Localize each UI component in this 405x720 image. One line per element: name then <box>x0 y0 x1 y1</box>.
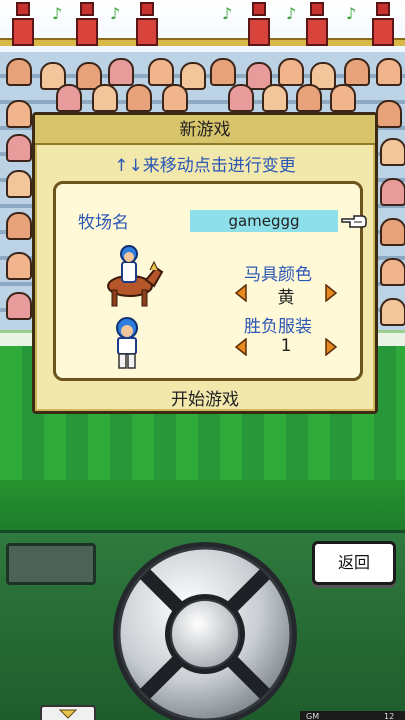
right-arrow-icon <box>325 284 338 302</box>
spectator <box>6 252 32 280</box>
spectator <box>6 170 32 198</box>
tack-color-prev-button[interactable] <box>234 284 248 302</box>
spectator <box>92 84 118 112</box>
spectator <box>6 100 32 128</box>
spectator <box>108 58 134 86</box>
dialog-title: 新游戏 <box>35 115 375 145</box>
top-rail <box>0 38 405 46</box>
silks-prev-button[interactable] <box>234 338 248 356</box>
spectator <box>126 84 152 112</box>
guard-figure <box>248 2 270 54</box>
music-note-icon: ♪ <box>110 4 121 23</box>
spectator <box>56 84 82 112</box>
left-arrow-icon <box>234 284 247 302</box>
settings-panel: 牧场名 gameggg 马具颜色 黄 胜负服装 1 <box>53 181 367 381</box>
spectator <box>296 84 322 112</box>
spectator <box>380 258 405 286</box>
spectator <box>210 58 236 86</box>
control-panel: 返回 GM 12 <box>0 530 405 720</box>
spectator <box>6 134 32 162</box>
tack-color-label: 马具颜色 <box>244 265 312 285</box>
guard-figure <box>372 2 394 54</box>
spectator <box>380 298 405 326</box>
spectator <box>344 58 370 86</box>
spectator <box>180 62 206 90</box>
start-game-button[interactable]: 开始游戏 <box>35 385 375 410</box>
spectator <box>380 178 405 206</box>
spectator <box>6 58 32 86</box>
guard-figure <box>306 2 328 54</box>
silks-label: 胜负服装 <box>244 317 312 337</box>
horse-rider-icon <box>100 240 164 308</box>
spectator <box>6 292 32 320</box>
guard-figure <box>76 2 98 54</box>
spectator <box>330 84 356 112</box>
tack-color-next-button[interactable] <box>324 284 338 302</box>
farm-name-label: 牧场名 <box>78 213 129 233</box>
guard-figure <box>12 2 34 54</box>
tack-color-value: 黄 <box>277 288 295 308</box>
new-game-dialog: 新游戏 ↑↓来移动点击进行变更 牧场名 gameggg 马具颜色 黄 胜负服装 … <box>32 112 378 414</box>
spectator <box>262 84 288 112</box>
silks-next-button[interactable] <box>324 338 338 356</box>
spectator <box>228 84 254 112</box>
spectator <box>376 100 402 128</box>
music-note-icon: ♪ <box>346 4 357 23</box>
music-note-icon: ♪ <box>52 4 63 23</box>
spectator <box>162 84 188 112</box>
spectator <box>6 212 32 240</box>
left-arrow-icon <box>234 338 247 356</box>
spectator <box>376 58 402 86</box>
music-note-icon: ♪ <box>286 4 297 23</box>
status-strip: GM 12 <box>300 711 405 720</box>
mini-screen <box>6 543 96 585</box>
spectator <box>380 218 405 246</box>
right-arrow-icon <box>325 338 338 356</box>
spectator <box>278 58 304 86</box>
music-note-icon: ♪ <box>222 4 233 23</box>
farm-name-input[interactable]: gameggg <box>190 210 338 232</box>
spectator <box>380 138 405 166</box>
jockey-icon <box>110 316 144 370</box>
down-arrow-icon <box>58 709 78 719</box>
back-button[interactable]: 返回 <box>312 541 396 585</box>
directional-pad[interactable] <box>110 539 300 720</box>
guard-figure <box>136 2 158 54</box>
grass-field-shade <box>0 480 405 530</box>
instruction-hint: ↑↓来移动点击进行变更 <box>114 156 296 176</box>
pointing-hand-icon <box>340 210 368 230</box>
spectator <box>148 58 174 86</box>
status-left-text: GM <box>306 712 320 720</box>
status-right-text: 12 <box>384 712 395 720</box>
silks-value: 1 <box>280 336 292 356</box>
menu-tab-button[interactable] <box>40 705 96 720</box>
